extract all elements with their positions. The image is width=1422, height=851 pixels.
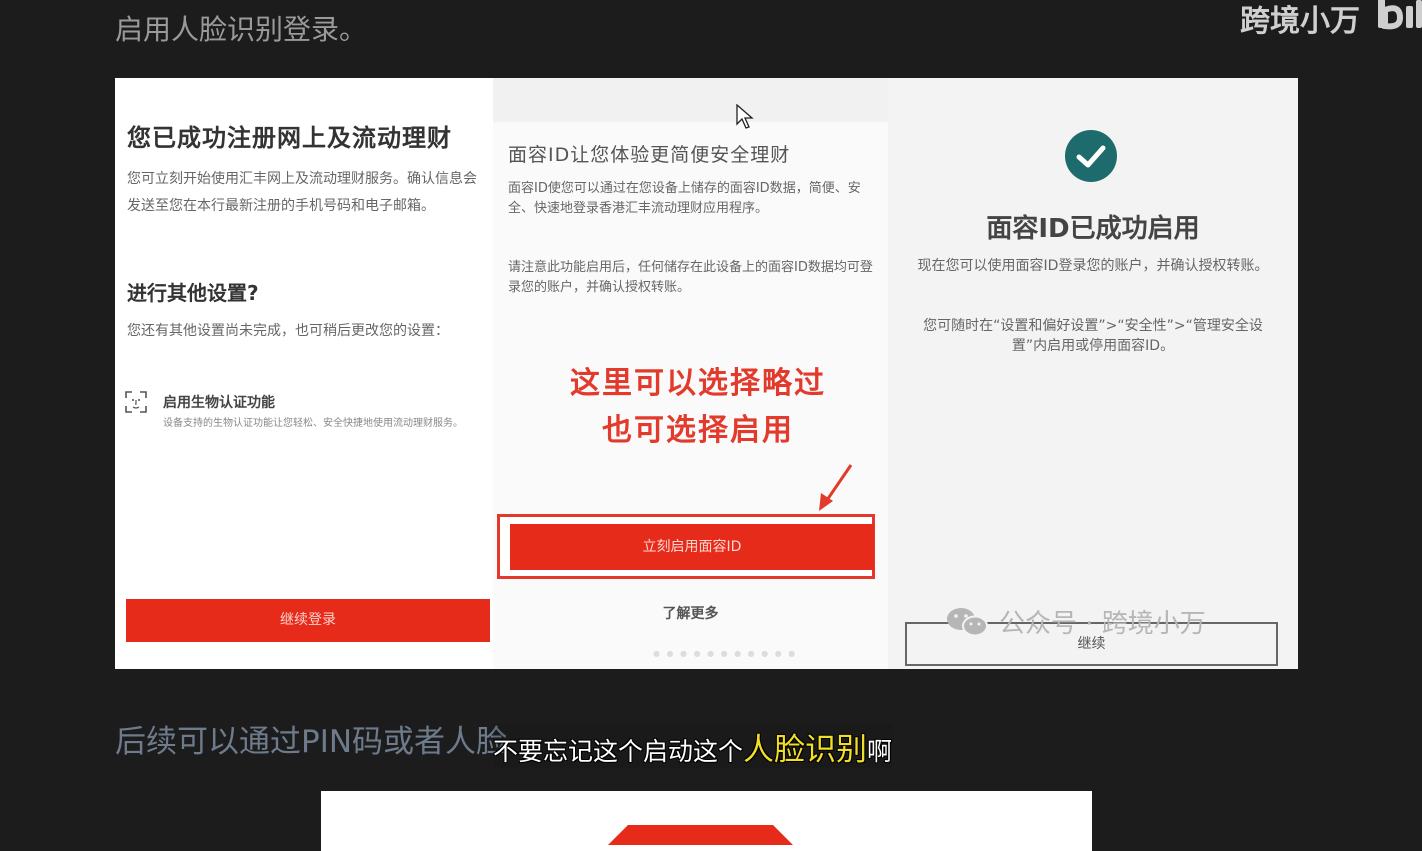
- red-annotation: 这里可以选择略过 也可选择启用: [493, 360, 903, 454]
- wechat-watermark: 公众号 · 跨境小万: [945, 603, 1206, 640]
- other-settings-description: 您还有其他设置尚未完成，也可稍后更改您的设置：: [127, 323, 449, 339]
- next-image-card: [321, 791, 1092, 851]
- subtitle-part-1: 不要忘记这个启动这个: [493, 737, 744, 766]
- top-bar: [493, 78, 888, 122]
- video-subtitle: 不要忘记这个启动这个人脸识别啊: [493, 724, 893, 769]
- face-id-notice: 请注意此功能启用后，任何储存在此设备上的面容ID数据均可登录您的账户，并确认授权…: [508, 260, 873, 295]
- biometric-option-title[interactable]: 启用生物认证功能: [163, 392, 275, 412]
- subtitle-part-2: 啊: [867, 737, 893, 766]
- article-bottom-text: 后续可以通过PIN码或者人脸: [115, 724, 508, 760]
- wechat-watermark-text: 公众号 · 跨境小万: [999, 609, 1206, 639]
- face-id-description: 面容ID使您可以通过在您设备上储存的面容ID数据，简便、安全、快速地登录香港汇丰…: [508, 181, 861, 216]
- page-dots: ● ● ● ● ● ● ● ● ● ● ●: [653, 649, 798, 658]
- face-id-enabled-panel: 面容ID已成功启用 现在您可以使用面容ID登录您的账户，并确认授权转账。 您可随…: [888, 78, 1298, 669]
- article-top-text: 启用人脸识别登录。: [115, 13, 368, 46]
- panel-title: 面容ID已成功启用: [986, 214, 1200, 244]
- registration-success-panel: 您已成功注册网上及流动理财 您可立刻开始使用汇丰网上及流动理财服务。确认信息会发…: [115, 78, 493, 669]
- highlight-frame: 立刻启用面容ID: [497, 514, 875, 579]
- annotation-line-2: 也可选择启用: [602, 413, 794, 448]
- face-id-intro-panel: 面容ID让您体验更简便安全理财 面容ID使您可以通过在您设备上储存的面容ID数据…: [493, 78, 888, 669]
- continue-login-button[interactable]: 继续登录: [126, 599, 490, 642]
- panel-description: 您可立刻开始使用汇丰网上及流动理财服务。确认信息会发送至您在本行最新注册的手机号…: [127, 171, 477, 214]
- app-screenshot-collage: 您已成功注册网上及流动理财 您可立刻开始使用汇丰网上及流动理财服务。确认信息会发…: [115, 78, 1298, 669]
- annotation-arrow-icon: [819, 464, 853, 511]
- mouse-cursor-icon: [736, 104, 754, 129]
- settings-hint: 您可随时在“设置和偏好设置”>“安全性”>“管理安全设置”内启用或停用面容ID。: [923, 318, 1263, 354]
- success-check-icon: [1065, 130, 1117, 182]
- panel-title: 面容ID让您体验更简便安全理财: [508, 144, 791, 166]
- success-description: 现在您可以使用面容ID登录您的账户，并确认授权转账。: [917, 258, 1269, 274]
- bank-logo-icon: [608, 825, 793, 845]
- annotation-line-1: 这里可以选择略过: [570, 366, 826, 401]
- learn-more-link[interactable]: 了解更多: [493, 603, 888, 623]
- subtitle-highlight: 人脸识别: [743, 732, 868, 768]
- channel-watermark: 跨境小万: [1240, 4, 1360, 39]
- wechat-icon: [947, 607, 988, 636]
- other-settings-heading: 进行其他设置?: [127, 281, 259, 305]
- panel-title: 您已成功注册网上及流动理财: [127, 124, 452, 152]
- biometric-option-description: 设备支持的生物认证功能让您轻松、安全快捷地使用流动理财服务。: [163, 418, 463, 429]
- bilibili-logo-icon: [1378, 0, 1422, 30]
- enable-face-id-button[interactable]: 立刻启用面容ID: [510, 524, 874, 570]
- face-scan-icon: [125, 391, 147, 413]
